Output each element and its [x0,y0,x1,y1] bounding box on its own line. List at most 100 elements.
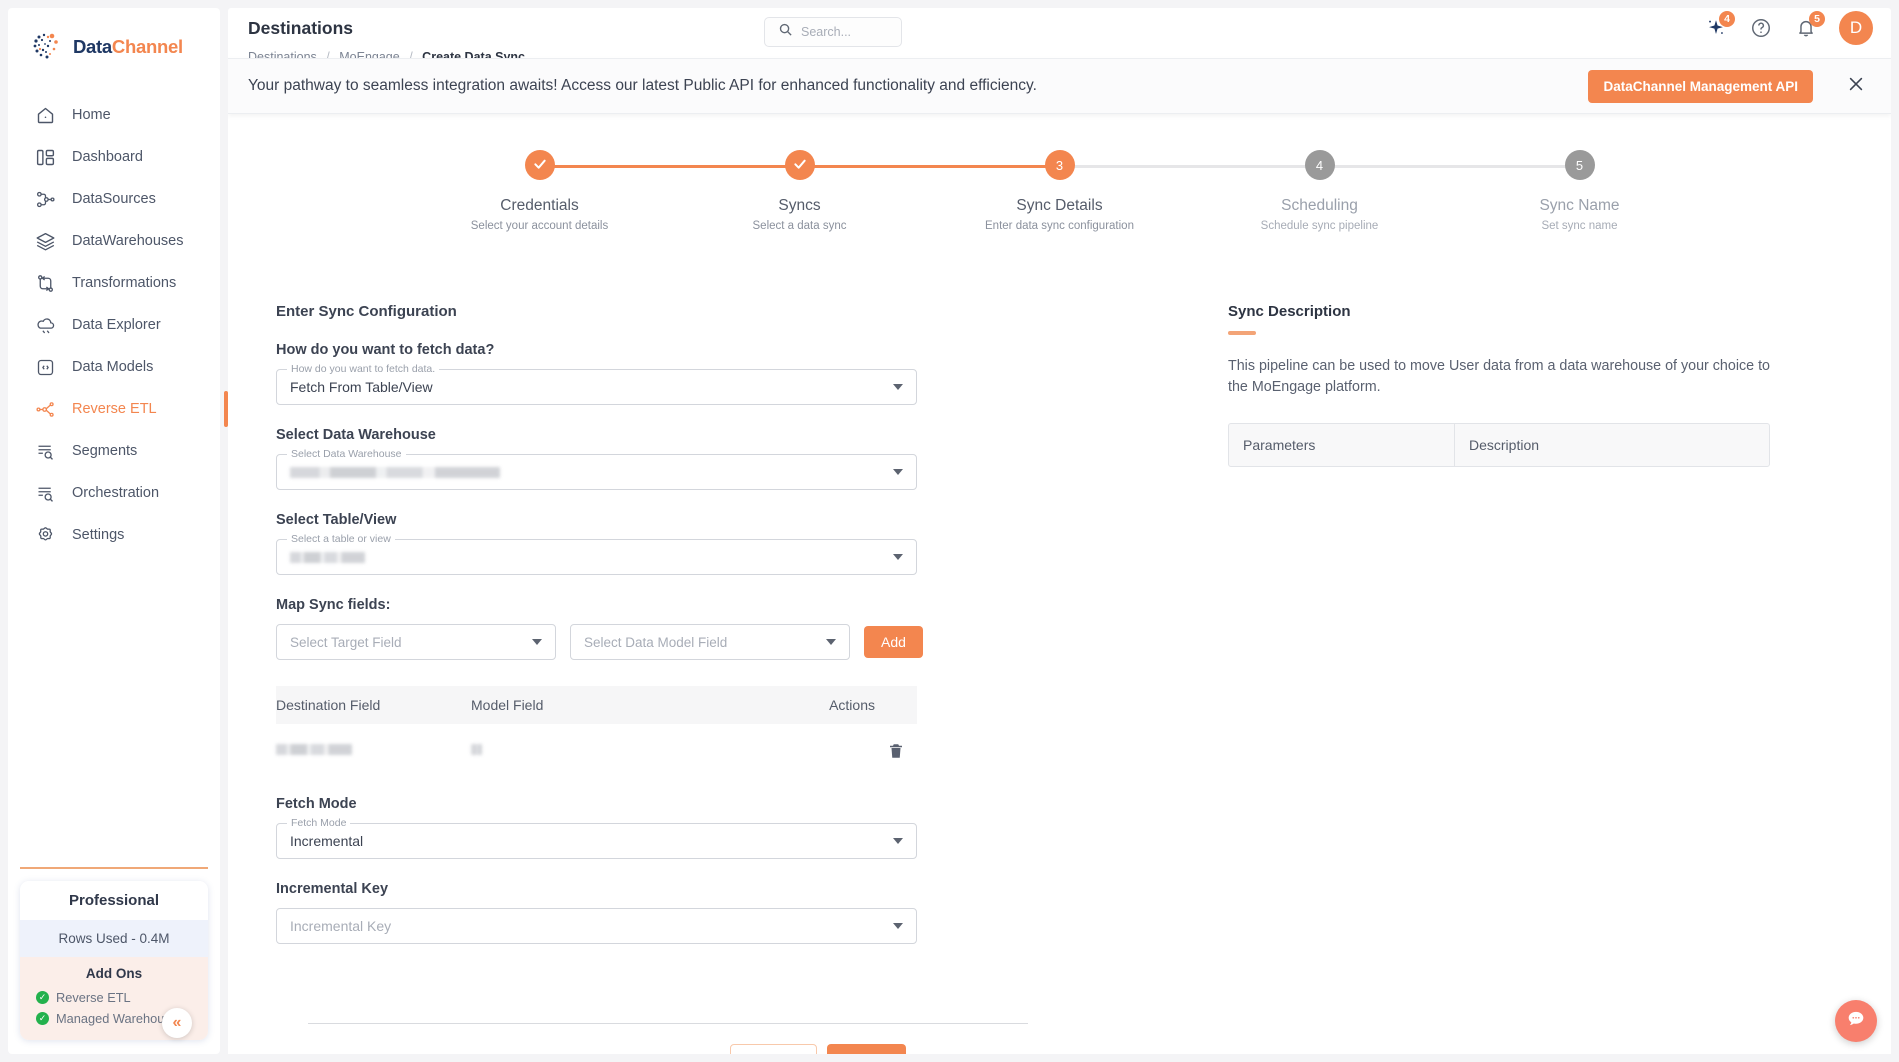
step-sync-name[interactable]: 5 Sync Name Set sync name [1450,150,1710,232]
step-connector [539,165,800,168]
add-mapping-button[interactable]: Add [864,626,923,658]
sidebar-item-home[interactable]: Home [8,94,220,136]
map-sync-fields-label: Map Sync fields: [276,597,391,613]
sidebar-item-dashboard[interactable]: Dashboard [8,136,220,178]
column-header-destination-field: Destination Field [276,697,381,713]
brand-title: DataChannel [73,36,183,58]
step-syncs[interactable]: Syncs Select a data sync [670,150,1060,232]
step-sync-details[interactable]: 3 Sync Details Enter data sync configura… [930,150,1320,232]
search-icon [778,22,793,42]
sidebar-collapse-button[interactable]: « [162,1008,192,1038]
fetch-data-label: How do you want to fetch data? [276,342,495,358]
chevron-down-icon [893,469,903,475]
sidebar-item-data-explorer[interactable]: Data Explorer [8,304,220,346]
management-api-button[interactable]: DataChannel Management API [1588,69,1813,103]
datasources-icon [34,188,56,210]
step-indicator-1 [524,150,555,180]
wizard-footer-buttons: Back Next [228,1044,1408,1054]
stepper-row: Credentials Select your account details … [410,138,1710,232]
step-connector [799,165,1060,168]
sidebar-item-datasources[interactable]: DataSources [8,178,220,220]
step-scheduling[interactable]: 4 Scheduling Schedule sync pipeline [1190,150,1580,232]
sidebar-item-reverse-etl[interactable]: Reverse ETL [8,388,228,430]
fetch-mode-label: Fetch Mode [276,796,357,812]
step-label: Credentials [500,197,579,214]
brand-title-part2: Channel [111,36,183,57]
step-credentials[interactable]: Credentials Select your account details [410,150,800,232]
chevron-down-icon [893,923,903,929]
chevron-down-icon [893,384,903,390]
column-header-model-field: Model Field [471,697,544,713]
data-explorer-icon [34,314,56,336]
plan-title: Professional [20,881,208,920]
sidebar-item-label: DataSources [72,191,156,207]
sidebar-item-label: Orchestration [72,485,160,501]
table-view-value-redacted [290,551,365,563]
sidebar-item-label: DataWarehouses [72,233,184,249]
sidebar-item-label: Segments [72,443,138,459]
check-icon [792,156,808,175]
sidebar-item-label: Transformations [72,275,177,291]
step-indicator-5: 5 [1564,150,1595,180]
step-label: Syncs [778,197,821,214]
sidebar-item-datawarehouses[interactable]: DataWarehouses [8,220,220,262]
sparkle-badge: 4 [1719,11,1735,27]
model-field-value-redacted [471,744,482,755]
sidebar-nav: Home Dashboard DataSources DataWarehouse… [8,94,228,556]
parameters-table: Parameters Description [1228,423,1770,468]
fetch-mode-select[interactable]: Fetch Mode Incremental [276,817,917,859]
incremental-key-label: Incremental Key [276,881,389,897]
back-button[interactable]: Back [729,1044,818,1054]
help-button[interactable] [1749,16,1773,40]
question-circle-icon [1750,17,1772,39]
data-warehouse-select[interactable]: Select Data Warehouse [276,448,917,490]
delete-mapping-button[interactable] [887,741,905,761]
incremental-key-placeholder: Incremental Key [290,918,392,934]
brand-logo-area[interactable]: DataChannel [8,8,220,80]
sidebar-item-orchestration[interactable]: Orchestration [8,472,220,514]
chevron-down-icon [893,554,903,560]
destination-field-value-redacted [276,744,352,755]
sidebar-item-settings[interactable]: Settings [8,514,220,556]
step-connector [1319,165,1580,168]
cell-actions [771,741,917,761]
table-view-select[interactable]: Select a table or view [276,533,917,575]
banner-close-button[interactable] [1843,73,1869,99]
sync-configuration-form: Enter Sync Configuration How do you want… [276,303,1056,944]
table-view-legend: Select a table or view [287,533,395,545]
table-view-label: Select Table/View [276,512,397,528]
step-sublabel: Set sync name [1541,220,1618,232]
sidebar-item-transformations[interactable]: Transformations [8,262,220,304]
avatar[interactable]: D [1839,11,1873,45]
incremental-key-select[interactable]: Incremental Key [276,908,917,944]
top-header: Destinations Search... 4 5 D [228,8,1891,48]
notifications-button[interactable]: 5 [1794,11,1825,40]
sidebar-item-segments[interactable]: Segments [8,430,220,472]
ai-sparkle-button[interactable]: 4 [1704,11,1735,40]
chevron-double-left-icon: « [172,1014,182,1031]
footer-divider [308,1023,1028,1024]
check-icon [532,156,548,175]
chat-support-button[interactable] [1835,1000,1877,1042]
title-underline [1228,331,1256,335]
cell-model-field [471,742,771,760]
fetch-data-select[interactable]: How do you want to fetch data. Fetch Fro… [276,363,917,405]
target-field-select[interactable]: Select Target Field [276,624,556,660]
brand-title-part1: Data [73,36,112,57]
data-model-field-select[interactable]: Select Data Model Field [570,624,850,660]
banner-message: Your pathway to seamless integration awa… [248,77,1037,94]
sidebar-item-label: Data Explorer [72,317,161,333]
check-circle-icon: ✓ [36,1012,49,1025]
cell-destination-field [276,742,471,760]
sidebar-item-label: Settings [72,527,125,543]
reverse-etl-icon [34,398,56,420]
notification-badge: 5 [1809,11,1825,27]
next-button[interactable]: Next [827,1044,907,1054]
step-sublabel: Select a data sync [752,220,847,232]
step-sublabel: Schedule sync pipeline [1260,220,1379,232]
sidebar-item-label: Home [72,107,111,123]
addon-item: ✓ Reverse ETL [36,987,208,1008]
sidebar-item-data-models[interactable]: Data Models [8,346,220,388]
search-input[interactable]: Search... [764,17,902,47]
sidebar-item-label: Data Models [72,359,154,375]
